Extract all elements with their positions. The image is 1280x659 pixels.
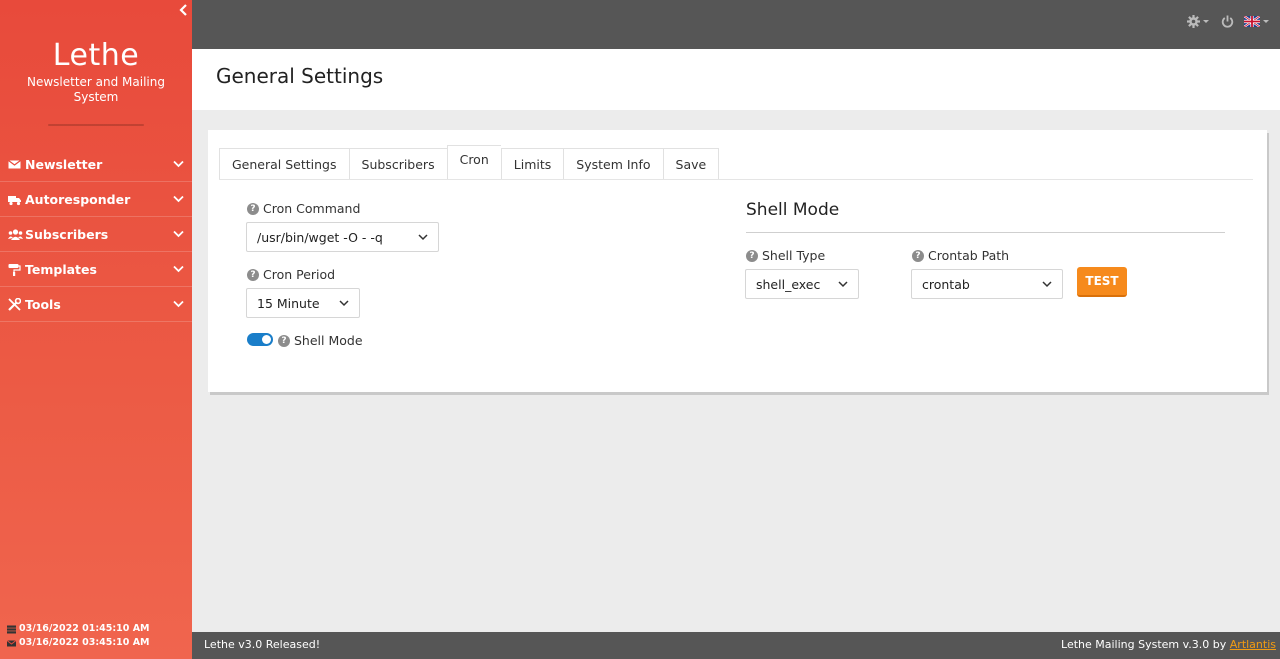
envelope-icon xyxy=(8,158,21,171)
sidebar-item-tools[interactable]: Tools xyxy=(0,287,192,322)
server-icon xyxy=(7,625,16,634)
shell-type-value: shell_exec xyxy=(756,276,821,292)
credits-text: Lethe Mailing System v.3.0 by xyxy=(1061,638,1230,651)
tab-subscribers[interactable]: Subscribers xyxy=(348,148,447,180)
help-icon[interactable]: ? xyxy=(278,334,290,347)
server-time: 03/16/2022 01:45:10 AM xyxy=(19,623,150,634)
sidebar-item-templates[interactable]: Templates xyxy=(0,252,192,287)
sidebar-item-label: Newsletter xyxy=(25,156,103,172)
crontab-path-label: ? Crontab Path xyxy=(912,248,1009,263)
tab-save[interactable]: Save xyxy=(662,148,720,180)
sidebar-item-label: Autoresponder xyxy=(25,191,131,207)
caret-down-icon xyxy=(1203,20,1209,23)
power-icon xyxy=(1221,15,1234,28)
sidebar-item-label: Subscribers xyxy=(25,226,109,242)
shell-type-label: ? Shell Type xyxy=(746,248,825,263)
cron-command-value: /usr/bin/wget -O - -q xyxy=(257,229,383,245)
topbar-actions xyxy=(1187,15,1269,28)
paint-roller-icon xyxy=(8,263,21,276)
cron-period-value: 15 Minute xyxy=(257,295,320,311)
shell-mode-toggle[interactable] xyxy=(247,333,273,346)
brand-divider xyxy=(48,124,144,126)
test-button[interactable]: TEST xyxy=(1077,267,1127,297)
gear-icon xyxy=(1187,15,1200,28)
crontab-path-value: crontab xyxy=(922,276,970,292)
help-icon[interactable]: ? xyxy=(247,202,259,215)
tab-cron[interactable]: Cron xyxy=(446,145,501,180)
shell-mode-label-text: Shell Mode xyxy=(294,333,363,348)
chevron-down-icon xyxy=(1042,281,1052,288)
sidebar-item-autoresponder[interactable]: Autoresponder xyxy=(0,182,192,217)
sidebar-collapse-icon[interactable] xyxy=(177,2,189,18)
caret-down-icon xyxy=(1263,20,1269,23)
settings-card: General Settings Subscribers Cron Limits… xyxy=(208,130,1267,392)
sidebar-clock: 03/16/2022 01:45:10 AM 03/16/2022 03:45:… xyxy=(6,622,150,650)
shell-type-label-text: Shell Type xyxy=(762,248,826,263)
chevron-down-icon xyxy=(173,230,184,238)
chevron-down-icon xyxy=(339,300,349,307)
sidebar-item-subscribers[interactable]: Subscribers xyxy=(0,217,192,252)
cron-period-label: ? Cron Period xyxy=(247,267,335,282)
page-title: General Settings xyxy=(216,64,384,88)
local-time: 03/16/2022 03:45:10 AM xyxy=(19,637,150,648)
settings-menu[interactable] xyxy=(1187,15,1209,28)
chevron-down-icon xyxy=(173,265,184,273)
chevron-down-icon xyxy=(173,195,184,203)
server-time-row: 03/16/2022 01:45:10 AM xyxy=(7,622,150,636)
tab-system-info[interactable]: System Info xyxy=(563,148,663,180)
help-icon[interactable]: ? xyxy=(247,268,259,281)
cron-command-select[interactable]: /usr/bin/wget -O - -q xyxy=(246,222,439,252)
shell-mode-heading: Shell Mode xyxy=(746,200,840,220)
shell-mode-label: ? Shell Mode xyxy=(278,333,363,348)
shell-type-select[interactable]: shell_exec xyxy=(745,269,859,299)
section-divider xyxy=(746,232,1225,233)
toggle-knob xyxy=(262,335,271,344)
credits: Lethe Mailing System v.3.0 by Artlantis xyxy=(1061,638,1276,651)
sidebar-item-label: Tools xyxy=(25,296,61,312)
tab-limits[interactable]: Limits xyxy=(500,148,564,180)
users-icon xyxy=(8,228,23,241)
sidebar-item-newsletter[interactable]: Newsletter xyxy=(0,147,192,182)
sidebar-item-label: Templates xyxy=(25,261,97,277)
tabs-divider xyxy=(219,179,1253,180)
tools-icon xyxy=(8,297,22,311)
tab-general-settings[interactable]: General Settings xyxy=(219,148,349,180)
settings-tabs: General Settings Subscribers Cron Limits… xyxy=(219,145,720,180)
uk-flag-icon xyxy=(1244,16,1260,27)
envelope-icon xyxy=(6,639,17,648)
cron-command-label-text: Cron Command xyxy=(263,201,361,216)
crontab-path-label-text: Crontab Path xyxy=(928,248,1010,263)
chevron-down-icon xyxy=(173,160,184,168)
release-notice: Lethe v3.0 Released! xyxy=(204,638,321,651)
language-menu[interactable] xyxy=(1244,16,1269,27)
crontab-path-select[interactable]: crontab xyxy=(911,269,1063,299)
brand: Lethe Newsletter and Mailing System xyxy=(0,38,192,105)
brand-subtitle: Newsletter and Mailing System xyxy=(26,75,165,104)
help-icon[interactable]: ? xyxy=(746,249,758,262)
brand-title: Lethe xyxy=(52,38,140,73)
sidebar-nav: Newsletter Autoresponder Subscribers Tem… xyxy=(0,147,192,322)
sidebar: Lethe Newsletter and Mailing System News… xyxy=(0,0,192,659)
chevron-down-icon xyxy=(173,300,184,308)
logout-button[interactable] xyxy=(1221,15,1234,28)
topbar xyxy=(192,0,1280,49)
author-link[interactable]: Artlantis xyxy=(1230,638,1276,651)
truck-icon xyxy=(8,193,21,206)
local-time-row: 03/16/2022 03:45:10 AM xyxy=(6,636,150,650)
chevron-down-icon xyxy=(418,234,428,241)
help-icon[interactable]: ? xyxy=(912,249,924,262)
footer: Lethe v3.0 Released! Lethe Mailing Syste… xyxy=(192,632,1280,659)
cron-period-select[interactable]: 15 Minute xyxy=(246,288,360,318)
cron-command-label: ? Cron Command xyxy=(247,201,360,216)
chevron-down-icon xyxy=(838,281,848,288)
cron-period-label-text: Cron Period xyxy=(263,267,336,282)
page-header: General Settings xyxy=(192,49,1280,110)
